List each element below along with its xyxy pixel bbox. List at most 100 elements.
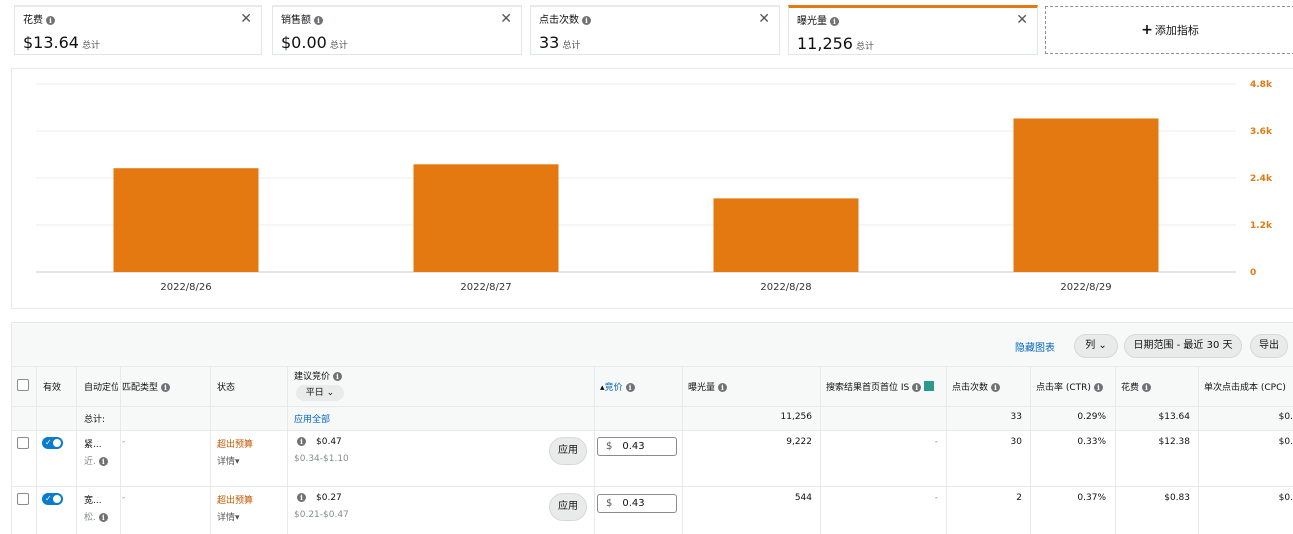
check-icon: ✓ (45, 494, 52, 503)
header-match-type: 匹配类型 i (122, 380, 171, 393)
active-toggle[interactable]: ✓ (42, 493, 63, 505)
header-auto-targeting: 自动定位 (84, 383, 118, 393)
ctr: 0.33% (1077, 437, 1106, 447)
x-tick-label: 2022/8/26 (160, 282, 211, 293)
close-icon[interactable]: ✕ (1016, 12, 1028, 28)
row-checkbox[interactable] (17, 493, 29, 505)
metric-card-sales[interactable]: 销售额 i ✕ $0.00 总计 (272, 5, 522, 55)
date-range-button[interactable]: 日期范围 - 最近 30 天 (1124, 334, 1242, 358)
header-suggested-bid: 建议竞价 i (294, 369, 343, 382)
suggested-bid: i $0.27 (294, 493, 342, 503)
chart-bar[interactable] (1013, 118, 1159, 272)
caret-down-icon: ▾ (235, 513, 240, 523)
export-button[interactable]: 导出 (1250, 334, 1288, 358)
info-icon[interactable]: i (161, 383, 171, 392)
metric-label: 点击次数 i (539, 11, 591, 26)
select-all-checkbox[interactable] (17, 379, 29, 391)
totals-ctr: 0.29% (1077, 412, 1106, 422)
impressions: 9,222 (786, 437, 812, 447)
chart-canvas: 0 1.2k 2.4k 3.6k 4.8k 2022/8/26 2022/8/27 2022/… (36, 80, 1273, 293)
close-icon[interactable]: ✕ (500, 11, 512, 27)
chart-bar[interactable] (413, 164, 559, 272)
info-icon[interactable]: i (1093, 383, 1103, 392)
y-tick-label: 3.6k (1250, 127, 1273, 137)
info-icon[interactable]: i (991, 383, 1001, 392)
apply-button[interactable]: 应用 (549, 493, 587, 521)
cpc: $0. (1278, 437, 1293, 447)
ctr: 0.37% (1077, 493, 1106, 503)
info-icon[interactable]: i (46, 16, 55, 25)
metric-card-impressions[interactable]: 曝光量 i ✕ 11,256 总计 (788, 5, 1038, 55)
info-icon[interactable]: i (98, 513, 108, 522)
weekday-selector[interactable]: 平日 ⌄ (296, 385, 344, 401)
info-icon[interactable]: i (625, 383, 635, 392)
chart-bar[interactable] (113, 168, 259, 272)
info-icon[interactable]: i (297, 437, 306, 446)
table-toolbar: 隐藏图表 列 ⌄ 日期范围 - 最近 30 天 导出 (12, 323, 1293, 367)
bid-input[interactable]: $0.43 (597, 494, 677, 513)
target-name: 宽... (84, 496, 102, 506)
y-tick-label: 1.2k (1250, 221, 1273, 231)
totals-clicks: 33 (1010, 412, 1022, 422)
info-icon[interactable]: i (1142, 383, 1152, 392)
top-of-search: - (934, 493, 938, 503)
details-dropdown[interactable]: 详情▾ (217, 454, 240, 467)
info-icon[interactable]: i (98, 457, 108, 466)
y-tick-label: 2.4k (1250, 174, 1273, 184)
details-dropdown[interactable]: 详情▾ (217, 510, 240, 523)
metric-value: $13.64 总计 (23, 33, 100, 52)
target-name-line2: 近. i (84, 454, 108, 467)
x-tick-label: 2022/8/29 (1060, 282, 1111, 293)
bid-input[interactable]: $0.43 (597, 437, 677, 456)
metric-card-clicks[interactable]: 点击次数 i ✕ 33 总计 (530, 5, 780, 55)
status-text: 超出预算 (217, 440, 254, 450)
info-icon[interactable]: i (582, 16, 591, 25)
add-metric-button[interactable]: + 添加指标 (1045, 6, 1293, 54)
metric-label: 销售额 i (281, 11, 323, 26)
metric-card-spend[interactable]: 花费 i ✕ $13.64 总计 (14, 5, 262, 55)
apply-button[interactable]: 应用 (549, 437, 587, 465)
impressions: 544 (794, 493, 812, 503)
info-icon[interactable]: i (314, 16, 323, 25)
header-impressions: 曝光量 i (688, 380, 728, 393)
match-type: - (122, 493, 126, 503)
info-icon[interactable]: i (297, 493, 306, 502)
caret-down-icon: ▾ (235, 457, 240, 467)
chart-bar[interactable] (713, 198, 859, 272)
chevron-down-icon: ⌄ (1098, 340, 1107, 351)
active-toggle[interactable]: ✓ (42, 437, 63, 449)
totals-label: 总计: (84, 415, 106, 425)
header-bid[interactable]: ▴竞价 i (600, 380, 635, 393)
header-spend: 花费 i (1121, 380, 1152, 393)
columns-button[interactable]: 列 ⌄ (1074, 334, 1118, 358)
hide-chart-link[interactable]: 隐藏图表 (1015, 339, 1055, 354)
info-icon[interactable]: i (333, 372, 343, 381)
check-icon: ✓ (45, 438, 52, 447)
y-tick-label: 0 (1250, 268, 1256, 278)
plus-icon: + (1141, 22, 1153, 38)
metric-value: 11,256 总计 (797, 34, 874, 53)
top-of-search: - (934, 437, 938, 447)
target-name-line2: 松. i (84, 510, 108, 523)
spend: $12.38 (1158, 437, 1191, 447)
metric-label: 曝光量 i (797, 12, 839, 27)
header-status: 状态 (217, 383, 236, 393)
info-icon[interactable]: i (912, 383, 922, 392)
impressions-chart: 0 1.2k 2.4k 3.6k 4.8k 2022/8/26 2022/8/27 2022/… (11, 68, 1293, 309)
x-tick-label: 2022/8/28 (760, 282, 811, 293)
info-icon[interactable]: i (718, 383, 728, 392)
info-icon[interactable]: i (830, 17, 839, 26)
suggested-bid: i $0.47 (294, 437, 342, 447)
metric-value: 33 总计 (539, 33, 581, 52)
header-ctr: 点击率 (CTR) i (1036, 380, 1103, 393)
header-cpc: 单次点击成本 (CPC) (1204, 383, 1286, 393)
chevron-down-icon: ⌄ (326, 388, 335, 398)
header-clicks: 点击次数 i (952, 380, 1001, 393)
row-checkbox[interactable] (17, 437, 29, 449)
match-type: - (122, 437, 126, 447)
close-icon[interactable]: ✕ (240, 11, 252, 27)
metric-label: 花费 i (23, 11, 55, 26)
apply-all-link[interactable]: 应用全部 (294, 412, 330, 425)
close-icon[interactable]: ✕ (758, 11, 770, 27)
clicks: 2 (1016, 493, 1022, 503)
